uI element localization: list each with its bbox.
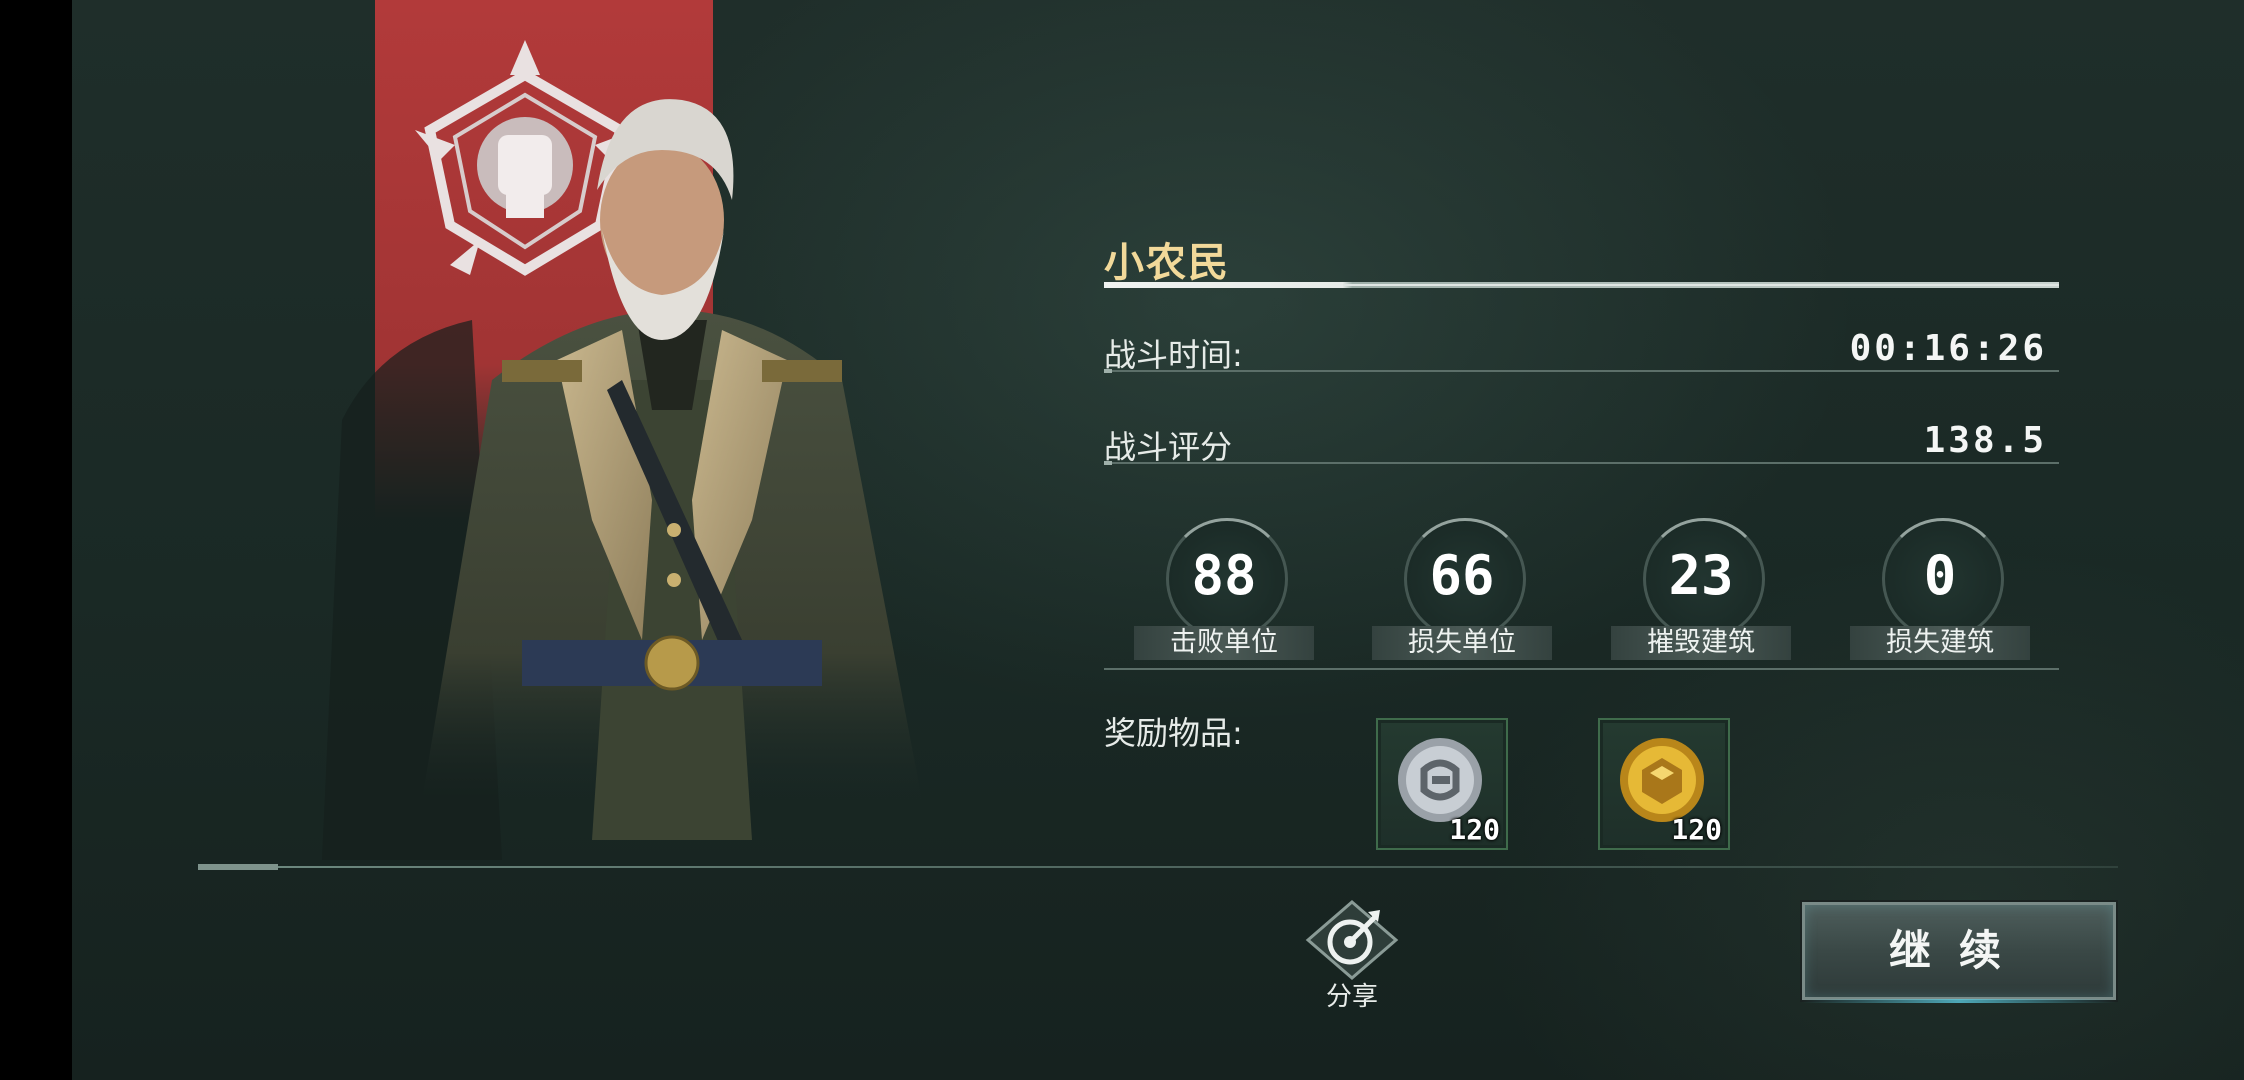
share-icon	[1305, 900, 1399, 980]
reward-amount: 120	[1671, 813, 1722, 846]
counter-value: 23	[1668, 544, 1734, 607]
counter-label: 损失单位	[1372, 626, 1552, 660]
battle-result-screen: 小农民 战斗时间: 00:16:26 战斗评分 138.5 88 击败单位 66…	[72, 0, 2244, 1080]
counter-value: 0	[1923, 544, 1957, 607]
battle-time-row: 战斗时间: 00:16:26	[1104, 324, 2059, 374]
counter-label: 击败单位	[1134, 626, 1314, 660]
counter-label: 损失建筑	[1850, 626, 2030, 660]
battle-time-value: 00:16:26	[1849, 328, 2047, 369]
battle-time-label: 战斗时间:	[1104, 336, 1243, 374]
continue-button[interactable]: 继续	[1802, 902, 2116, 1003]
counter-value: 88	[1191, 544, 1257, 607]
counter-units-defeated: 88 击败单位	[1134, 518, 1314, 660]
battle-score-value: 138.5	[1923, 420, 2047, 461]
rewards-label: 奖励物品:	[1104, 714, 1243, 752]
share-button[interactable]: 分享	[1302, 900, 1402, 1012]
counter-buildings-destroyed: 23 摧毁建筑	[1611, 518, 1791, 660]
divider	[198, 866, 2118, 868]
battle-counters: 88 击败单位 66 损失单位 23 摧毁建筑 0 损失建筑	[1104, 518, 2059, 670]
battle-score-label: 战斗评分	[1104, 428, 1233, 466]
player-name: 小农民	[1104, 240, 1230, 286]
counter-value: 66	[1429, 544, 1495, 607]
name-underline	[1104, 282, 2059, 288]
gold-coin-icon	[1620, 738, 1704, 822]
counter-buildings-lost: 0 损失建筑	[1850, 518, 2030, 660]
counter-label: 摧毁建筑	[1611, 626, 1791, 660]
reward-item-gold[interactable]: 120	[1598, 718, 1730, 850]
silver-coin-icon	[1398, 738, 1482, 822]
reward-amount: 120	[1449, 813, 1500, 846]
divider-accent	[198, 864, 278, 870]
share-label: 分享	[1325, 982, 1378, 1012]
commander-portrait	[322, 99, 922, 860]
counter-units-lost: 66 损失单位	[1372, 518, 1552, 660]
reward-item-silver[interactable]: 120	[1376, 718, 1508, 850]
battle-score-row: 战斗评分 138.5	[1104, 416, 2059, 466]
